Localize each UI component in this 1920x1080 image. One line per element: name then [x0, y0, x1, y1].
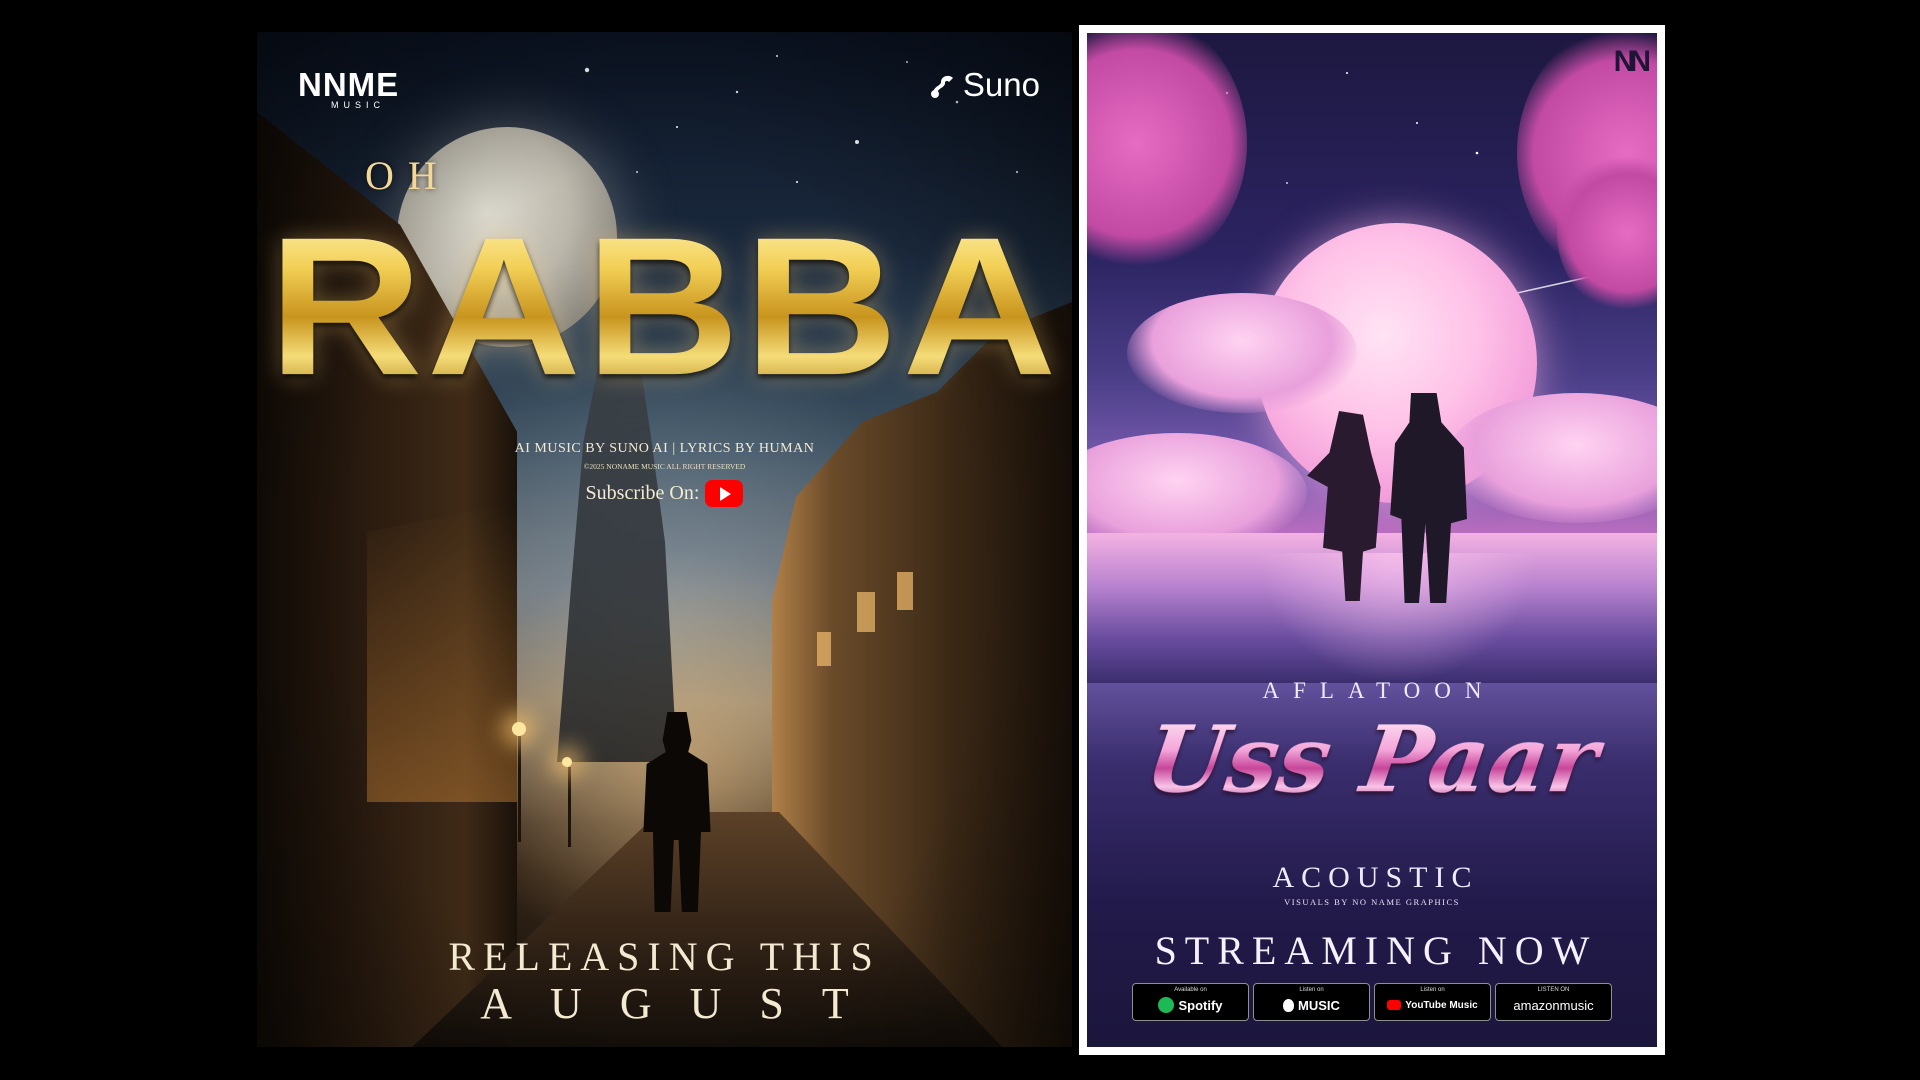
- poster-subtitle: ACOUSTIC: [1272, 861, 1479, 894]
- poster-uss-paar: NN AFLATOON Uss Paar ACOUSTIC VISUALS BY…: [1087, 33, 1657, 1047]
- youtube-music-badge[interactable]: Listen on YouTube Music: [1374, 983, 1491, 1021]
- credits-line: AI MUSIC BY SUNO AI | LYRICS BY HUMAN: [514, 441, 815, 456]
- moon-reflection: [1257, 553, 1537, 683]
- release-line-2: AUGUST: [480, 979, 887, 1028]
- nnme-logo-sub: MUSIC: [331, 100, 385, 110]
- title-prefix: OH: [365, 153, 451, 198]
- poster-title: RABBA: [257, 208, 1072, 406]
- release-line-1: RELEASING THIS: [448, 934, 881, 979]
- nn-logo: NN: [1613, 45, 1651, 78]
- badge-label: Spotify: [1178, 997, 1223, 1013]
- suno-logo-text: Suno: [962, 66, 1040, 103]
- cloud: [1127, 293, 1357, 413]
- streaming-now: STREAMING NOW: [1154, 928, 1598, 973]
- youtube-music-icon: [1387, 1000, 1402, 1010]
- youtube-icon: [705, 480, 744, 507]
- copyright-line: ©2025 NONAME MUSIC ALL RIGHT RESERVED: [583, 462, 746, 471]
- badge-label: amazonmusic: [1513, 997, 1594, 1013]
- suno-icon: [930, 75, 953, 98]
- streaming-badges: Available on Spotify Listen on MUSIC Lis…: [1132, 983, 1612, 1021]
- artist-name: AFLATOON: [1262, 678, 1496, 703]
- poster-uss-paar-frame: NN AFLATOON Uss Paar ACOUSTIC VISUALS BY…: [1079, 25, 1665, 1055]
- badge-label: MUSIC: [1298, 997, 1340, 1013]
- badge-caption: Listen on: [1420, 987, 1445, 993]
- nnme-logo: NNME: [298, 66, 400, 103]
- badge-caption: Available on: [1174, 987, 1207, 993]
- spotify-badge[interactable]: Available on Spotify: [1132, 983, 1249, 1021]
- badge-label: YouTube Music: [1405, 999, 1478, 1011]
- badge-caption: Listen on: [1299, 987, 1324, 993]
- spotify-icon: [1158, 997, 1175, 1013]
- badge-caption: LISTEN ON: [1537, 987, 1570, 993]
- suno-logo: Suno: [927, 66, 1040, 104]
- subscribe-label: Subscribe On:: [585, 482, 700, 504]
- amazon-music-badge[interactable]: LISTEN ON amazonmusic: [1495, 983, 1612, 1021]
- apple-icon: [1283, 998, 1295, 1012]
- subscribe-row: Subscribe On:: [257, 480, 1072, 507]
- apple-music-badge[interactable]: Listen on MUSIC: [1253, 983, 1370, 1021]
- visuals-credit: VISUALS BY NO NAME GRAPHICS: [1284, 897, 1460, 907]
- poster-title: Uss Paar: [1087, 705, 1657, 813]
- poster-oh-rabba: NNME MUSIC Suno OH RABBA AI MUSIC BY SUN…: [257, 32, 1072, 1047]
